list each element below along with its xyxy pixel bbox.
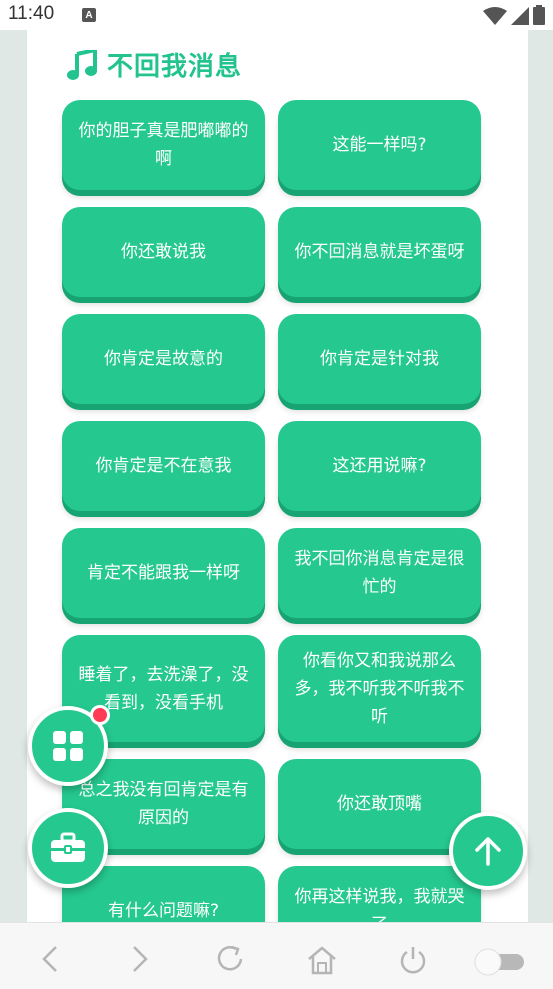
phrase-button[interactable]: 你肯定是故意的 [62,314,265,404]
phrase-button[interactable]: 你还敢说我 [62,207,265,297]
scroll-to-top-button[interactable] [449,812,527,890]
back-icon[interactable] [38,945,62,973]
phrase-button[interactable]: 你再这样说我，我就哭了 [278,866,481,922]
phrase-button[interactable]: 你还敢顶嘴 [278,759,481,849]
battery-icon [533,5,545,25]
notification-badge [90,705,110,725]
home-icon[interactable] [306,945,338,975]
toolbox-icon [51,832,85,862]
phrase-button[interactable]: 你肯定是不在意我 [62,421,265,511]
phrase-button[interactable]: 你看你又和我说那么多，我不听我不听我不听 [278,635,481,742]
signal-icon [511,7,529,25]
accessibility-icon: A [82,8,96,22]
toggle-switch[interactable] [474,948,528,976]
status-bar: 11:40 A [0,0,553,30]
power-icon[interactable] [398,945,428,975]
section-header: 不回我消息 [67,46,242,83]
phrase-button[interactable]: 这还用说嘛? [278,421,481,511]
phrase-button[interactable]: 我不回你消息肯定是很忙的 [278,528,481,618]
arrow-up-icon [475,837,501,866]
phrase-button[interactable]: 你不回消息就是坏蛋呀 [278,207,481,297]
section-title: 不回我消息 [107,52,243,82]
grid-icon [53,731,83,761]
status-icons [483,5,545,25]
wifi-icon [483,7,507,25]
phrase-button[interactable]: 你肯定是针对我 [278,314,481,404]
phrase-card: 不回我消息 你的胆子真是肥嘟嘟的啊 这能一样吗? 你还敢说我 你不回消息就是坏蛋… [27,30,528,922]
phrase-button[interactable]: 这能一样吗? [278,100,481,190]
toolbox-button[interactable] [28,808,108,888]
forward-icon[interactable] [128,945,152,973]
refresh-icon[interactable] [216,945,246,973]
status-time: 11:40 [8,3,55,24]
bottom-navigation [0,922,553,989]
phrase-button[interactable]: 肯定不能跟我一样呀 [62,528,265,618]
phrase-button[interactable]: 你的胆子真是肥嘟嘟的啊 [62,100,265,190]
music-note-icon [67,49,97,80]
